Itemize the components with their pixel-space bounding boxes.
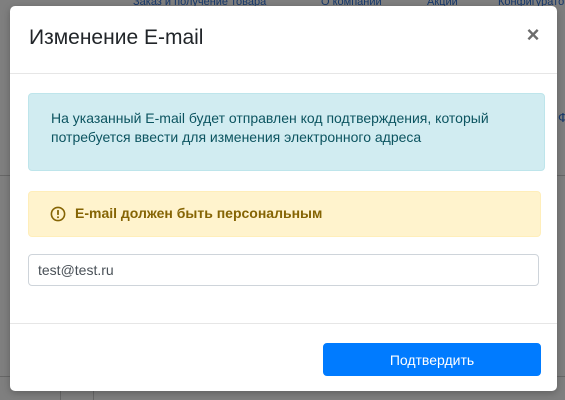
warning-text: E-mail должен быть персональным xyxy=(75,205,323,221)
warning-alert: E-mail должен быть персональным xyxy=(28,191,541,237)
modal-header: Изменение E-mail × xyxy=(10,6,557,74)
close-icon[interactable]: × xyxy=(525,24,541,46)
email-field[interactable] xyxy=(28,254,539,286)
modal-footer: Подтвердить xyxy=(10,323,557,392)
exclamation-circle-icon xyxy=(50,206,66,222)
info-alert: На указанный E-mail будет отправлен код … xyxy=(28,93,545,171)
change-email-modal: Изменение E-mail × На указанный E-mail б… xyxy=(10,6,557,391)
confirm-button[interactable]: Подтвердить xyxy=(323,343,541,376)
modal-title: Изменение E-mail xyxy=(29,26,204,49)
